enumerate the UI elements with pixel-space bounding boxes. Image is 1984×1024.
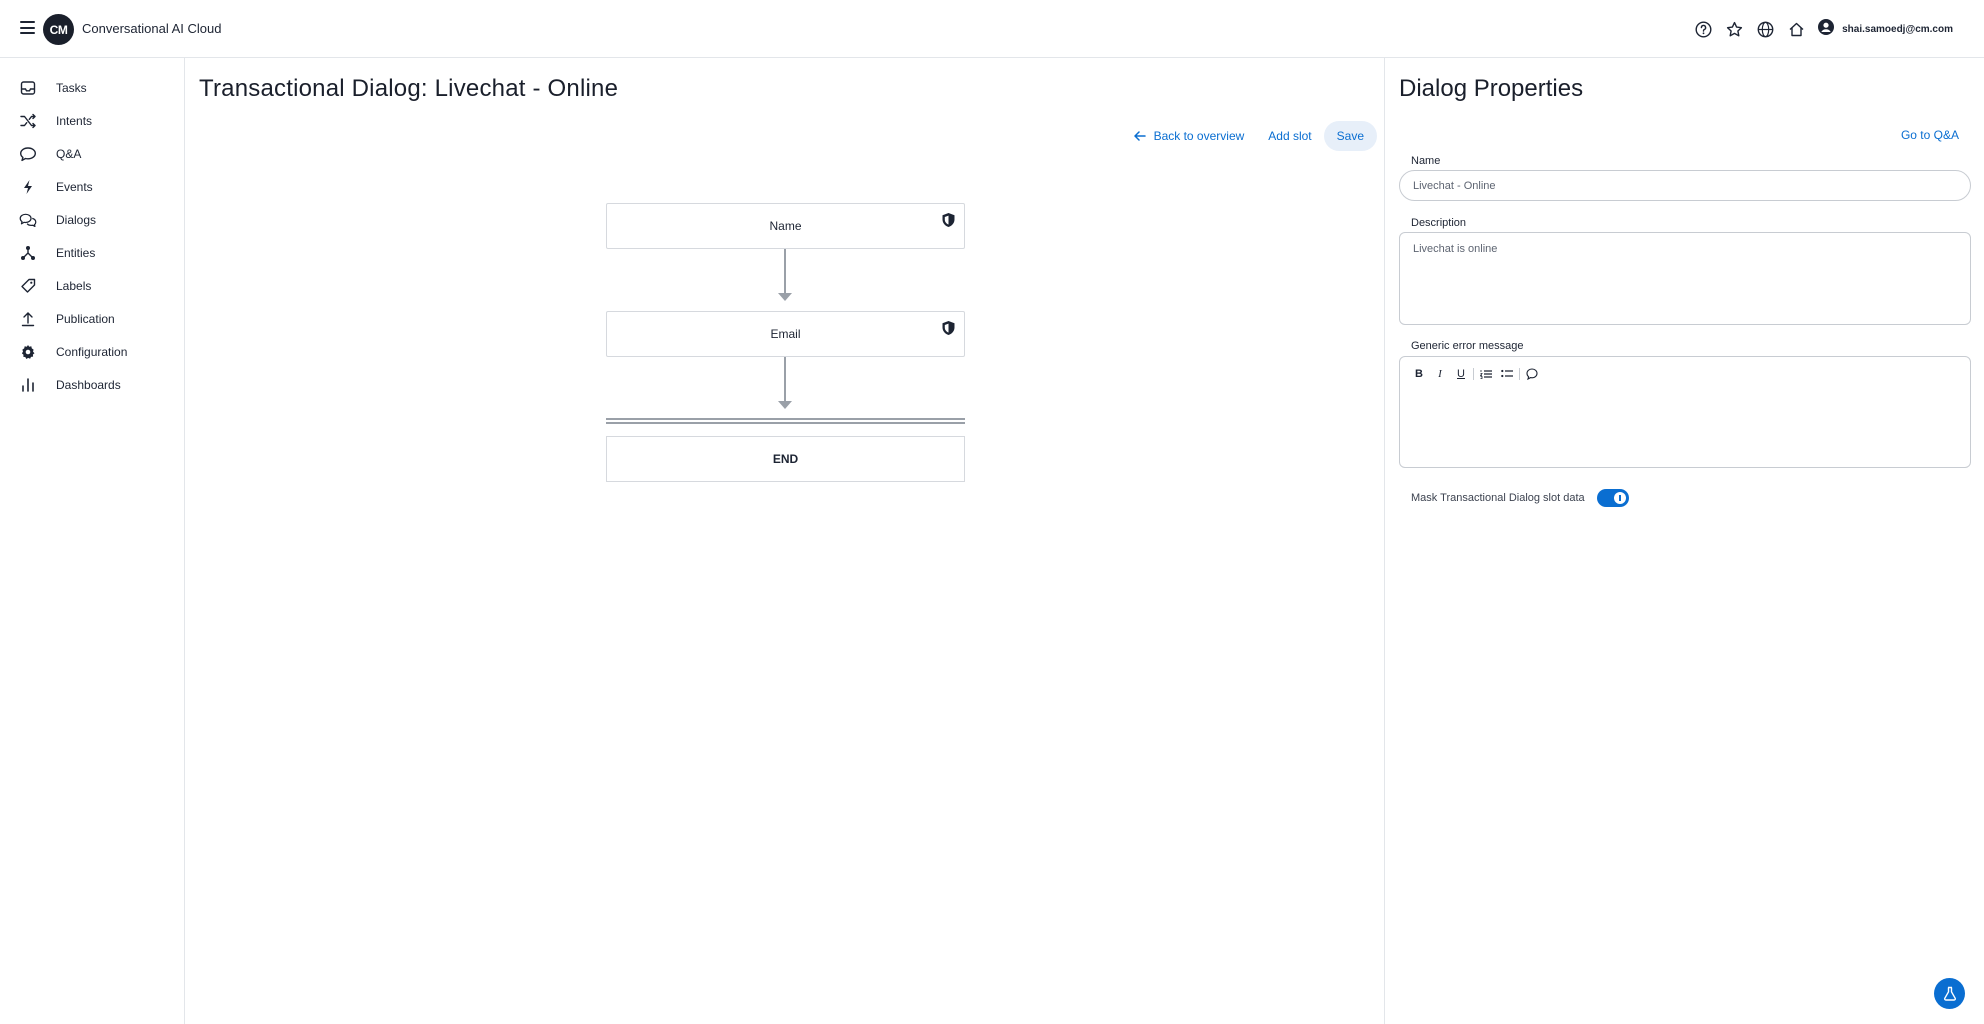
toolbar-divider [1519,368,1520,380]
sidebar-item-dashboards[interactable]: Dashboards [0,370,184,400]
sidebar-item-label: Q&A [56,147,82,161]
sidebar-item-entities[interactable]: Entities [0,238,184,268]
underline-button[interactable]: U [1452,365,1470,383]
menu-icon[interactable] [20,21,35,34]
bar-chart-icon [19,376,37,394]
dialog-actions: Back to overview Add slot Save [1122,121,1377,151]
slot-label: Email [770,327,801,341]
shield-icon [942,213,955,227]
go-to-qa-link[interactable]: Go to Q&A [1901,128,1959,142]
user-menu[interactable]: shai.samoedj@cm.com [1818,18,1953,40]
dialog-properties-panel: Dialog Properties Go to Q&A Name Descrip… [1386,58,1984,1024]
generic-error-editor: B I U [1399,356,1971,468]
toolbar-divider [1473,368,1474,380]
header-actions: shai.samoedj@cm.com [1694,0,1984,58]
gear-icon [19,343,37,361]
mask-slot-data-label: Mask Transactional Dialog slot data [1411,492,1585,504]
entities-icon [19,244,37,262]
slot-email[interactable]: Email [606,311,965,357]
sidebar-item-label: Dashboards [56,378,121,392]
toggle-knob [1613,492,1626,504]
sidebar-item-labels[interactable]: Labels [0,271,184,301]
ordered-list-icon[interactable] [1477,365,1495,383]
sidebar-item-dialogs[interactable]: Dialogs [0,205,184,235]
add-slot-button[interactable]: Add slot [1256,121,1323,151]
page-title: Transactional Dialog: Livechat - Online [199,75,619,102]
name-label: Name [1411,155,1441,167]
sidebar-item-label: Intents [56,114,93,128]
upload-icon [19,310,37,328]
tag-icon [19,277,37,295]
shield-icon [942,321,955,335]
user-email: shai.samoedj@cm.com [1842,23,1953,35]
description-field[interactable]: Livechat is online [1399,232,1971,325]
editor-toolbar: B I U [1410,365,1544,383]
top-bar: CM Conversational AI Cloud shai.samoedj@… [0,0,1984,58]
mask-slot-data-row: Mask Transactional Dialog slot data [1411,489,1629,507]
sidebar-item-intents[interactable]: Intents [0,106,184,136]
user-icon [1818,18,1835,40]
generic-error-label: Generic error message [1411,340,1524,352]
bold-button[interactable]: B [1410,365,1428,383]
sidebar: Tasks Intents Q&A Events Dialogs Entitie… [0,58,185,1024]
flask-icon [1943,986,1956,1001]
cm-logo[interactable]: CM [43,14,74,45]
slot-label: Name [769,219,802,233]
sidebar-item-label: Entities [56,246,96,260]
add-slot-label: Add slot [1268,129,1312,143]
save-button[interactable]: Save [1323,121,1377,151]
sidebar-item-tasks[interactable]: Tasks [0,73,184,103]
sidebar-item-configuration[interactable]: Configuration [0,337,184,367]
flow-connector [784,357,786,402]
star-icon[interactable] [1725,20,1743,38]
sidebar-item-label: Events [56,180,93,194]
slot-name[interactable]: Name [606,203,965,249]
main-content: Transactional Dialog: Livechat - Online … [185,58,1385,1024]
dialogs-icon [19,211,37,229]
description-label: Description [1411,217,1467,229]
sidebar-item-label: Tasks [56,81,87,95]
sidebar-item-label: Dialogs [56,213,97,227]
flow-arrow-icon [778,401,792,409]
italic-button[interactable]: I [1431,365,1449,383]
sidebar-item-events[interactable]: Events [0,172,184,202]
end-divider [606,418,965,420]
back-to-overview-button[interactable]: Back to overview [1122,121,1257,151]
sidebar-item-label: Publication [56,312,115,326]
flow-connector [784,249,786,294]
mask-slot-data-toggle[interactable] [1596,489,1629,507]
sidebar-item-publication[interactable]: Publication [0,304,184,334]
lightning-icon [19,178,37,196]
shuffle-icon [19,112,37,130]
panel-title: Dialog Properties [1399,75,1584,102]
sidebar-item-qa[interactable]: Q&A [0,139,184,169]
emoji-icon[interactable] [1523,365,1541,383]
lab-flask-button[interactable] [1934,978,1965,1009]
globe-icon[interactable] [1756,20,1774,38]
flow-end-node: END [606,436,965,482]
end-divider [606,422,965,424]
sidebar-item-label: Configuration [56,345,128,359]
error-message-input[interactable] [1410,389,1960,459]
back-to-overview-label: Back to overview [1153,129,1245,143]
name-field[interactable] [1399,170,1971,201]
sidebar-item-label: Labels [56,279,92,293]
inbox-icon [19,79,37,97]
save-label: Save [1336,129,1364,143]
end-label: END [772,452,799,466]
app-title: Conversational AI Cloud [82,21,222,36]
speech-bubble-icon [19,145,37,163]
home-icon[interactable] [1787,20,1805,38]
help-icon[interactable] [1694,20,1712,38]
flow-arrow-icon [778,293,792,301]
bullet-list-icon[interactable] [1498,365,1516,383]
arrow-left-icon [1133,131,1146,141]
